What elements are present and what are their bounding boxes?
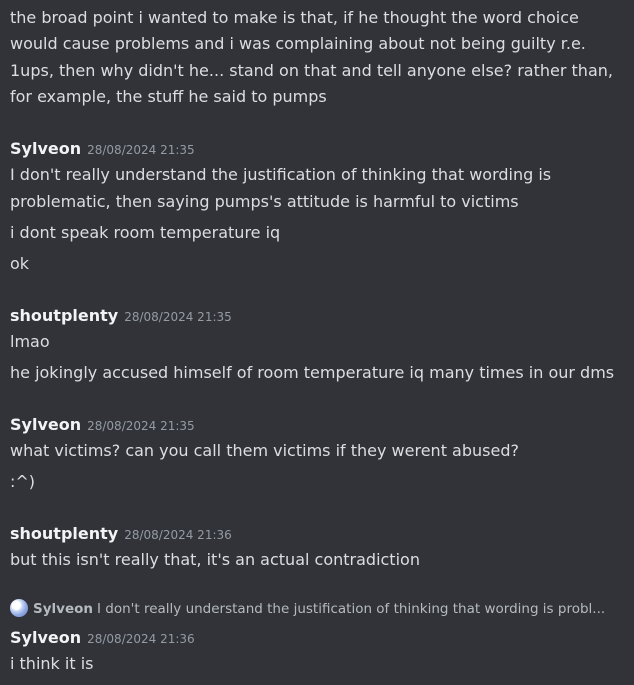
message-header: shoutplenty 28/08/2024 21:36 [10, 523, 232, 546]
reply-preview[interactable]: Sylveon I don't really understand the jus… [10, 598, 628, 620]
chat-message-list[interactable]: the broad point i wanted to make is that… [0, 0, 634, 685]
reply-text[interactable]: I don't really understand the justificat… [97, 601, 605, 617]
timestamp[interactable]: 28/08/2024 21:35 [87, 143, 195, 157]
sylveon-avatar-icon[interactable] [10, 599, 28, 617]
message-header: shoutplenty 28/08/2024 21:35 [10, 305, 232, 328]
timestamp[interactable]: 28/08/2024 21:36 [124, 528, 232, 542]
message-text: 1ups, then why didn't he... stand on tha… [10, 61, 613, 80]
message-text: i think it is [10, 654, 94, 673]
message-text: i dont speak room temperature iq [10, 223, 281, 242]
message-header: Sylveon 28/08/2024 21:35 [10, 414, 195, 437]
author-name[interactable]: Sylveon [10, 415, 81, 434]
message-text: would cause problems and i was complaini… [10, 34, 586, 53]
timestamp[interactable]: 28/08/2024 21:35 [124, 310, 232, 324]
timestamp[interactable]: 28/08/2024 21:36 [87, 632, 195, 646]
message-text: problematic, then saying pumps's attitud… [10, 192, 519, 211]
message-header: Sylveon 28/08/2024 21:36 [10, 627, 195, 650]
message-text: ok [10, 254, 30, 273]
message-text: the broad point i wanted to make is that… [10, 8, 579, 27]
message-text: :^) [10, 472, 36, 491]
message-text: for example, the stuff he said to pumps [10, 87, 327, 106]
author-name[interactable]: Sylveon [10, 139, 81, 158]
reply-author[interactable]: Sylveon [33, 601, 93, 617]
message-text: I don't really understand the justificat… [10, 165, 552, 184]
message-text: lmao [10, 332, 50, 351]
timestamp[interactable]: 28/08/2024 21:35 [87, 419, 195, 433]
message-text: but this isn't really that, it's an actu… [10, 550, 420, 569]
author-name[interactable]: shoutplenty [10, 306, 118, 325]
message-text: he jokingly accused himself of room temp… [10, 363, 615, 382]
message-text: what victims? can you call them victims … [10, 441, 519, 460]
message-header: Sylveon 28/08/2024 21:35 [10, 138, 195, 161]
author-name[interactable]: Sylveon [10, 628, 81, 647]
author-name[interactable]: shoutplenty [10, 524, 118, 543]
